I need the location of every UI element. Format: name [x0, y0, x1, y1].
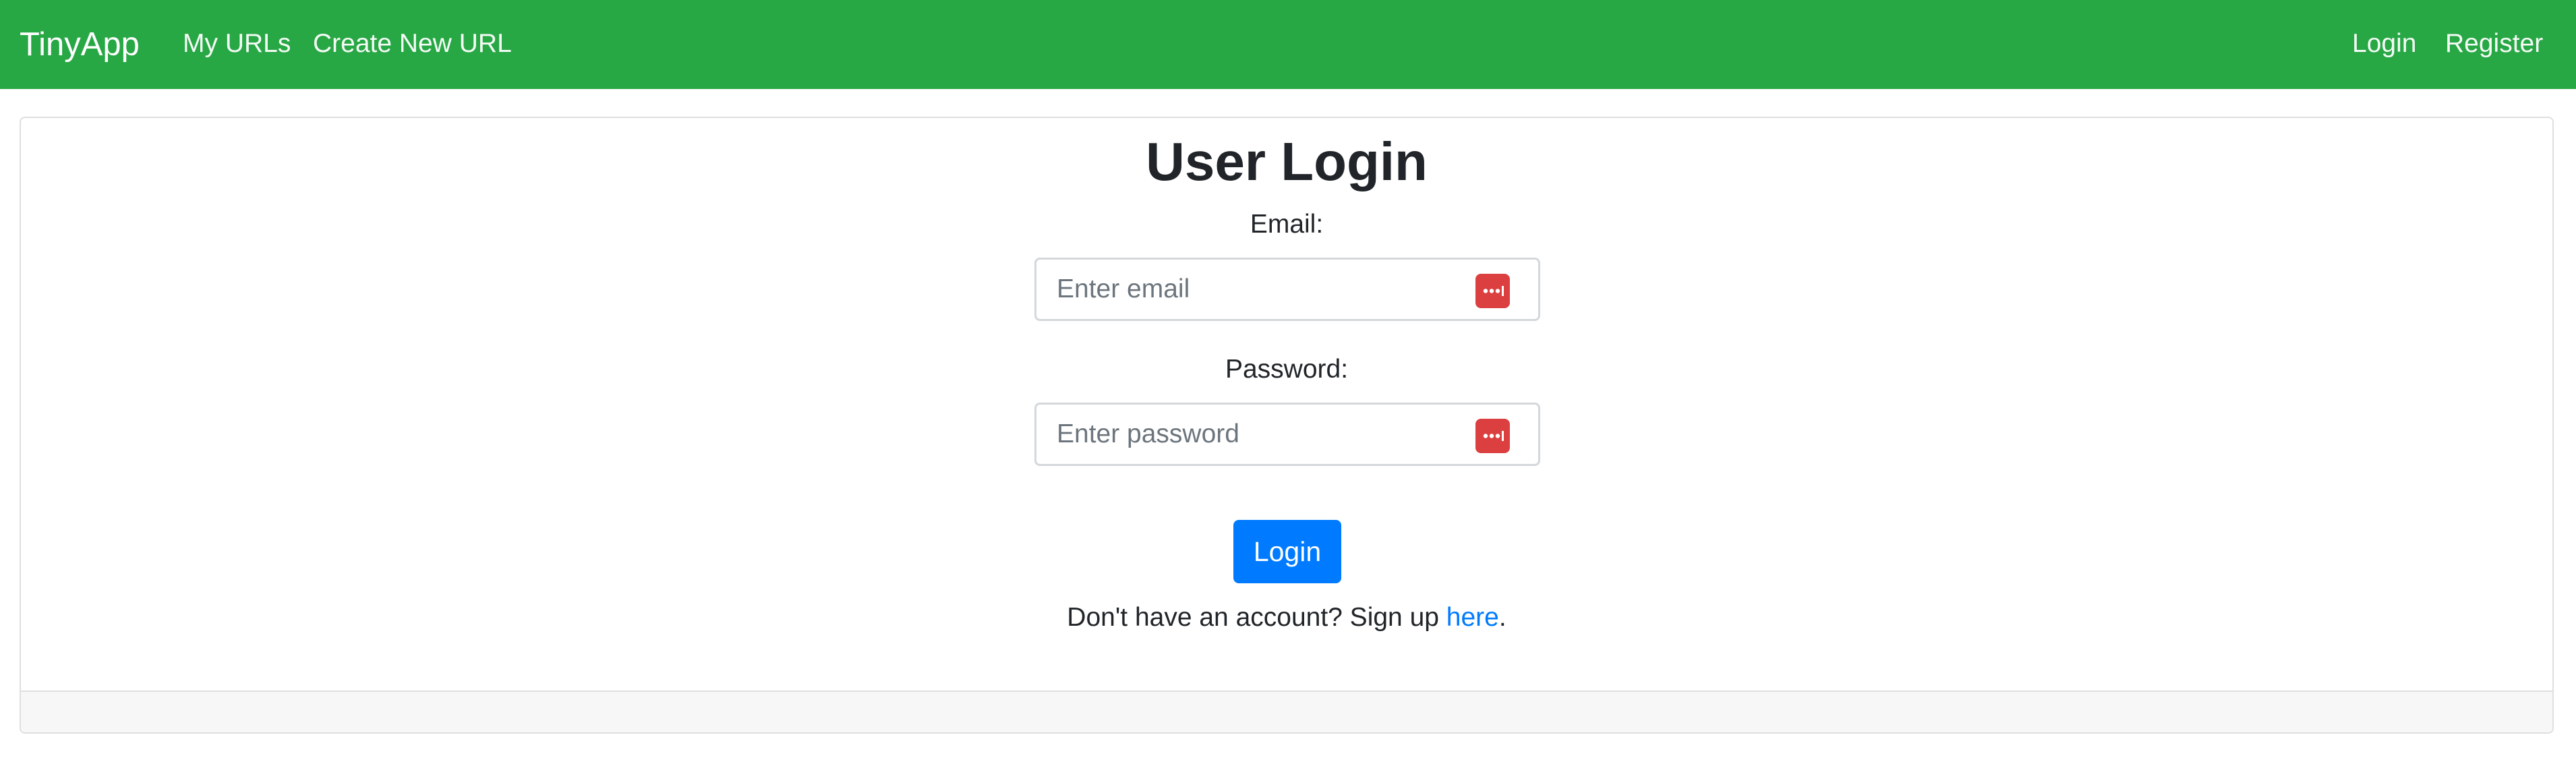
email-field-wrapper: [1034, 258, 1540, 321]
nav-my-urls[interactable]: My URLs: [183, 26, 291, 62]
signup-prompt-text: Don't have an account? Sign up: [1067, 603, 1446, 632]
email-label: Email:: [1250, 210, 1324, 239]
nav-login[interactable]: Login: [2352, 26, 2416, 62]
page-title: User Login: [1146, 131, 1428, 192]
nav-register[interactable]: Register: [2445, 26, 2543, 62]
password-label: Password:: [1225, 355, 1349, 384]
password-manager-icon[interactable]: [1475, 419, 1510, 453]
top-navbar: TinyApp My URLs Create New URL Login Reg…: [0, 0, 2576, 89]
signup-link[interactable]: here: [1446, 603, 1499, 632]
password-input[interactable]: [1036, 405, 1538, 464]
email-input[interactable]: [1036, 260, 1538, 319]
password-field-wrapper: [1034, 403, 1540, 466]
signup-prompt-suffix: .: [1498, 603, 1506, 632]
signup-prompt: Don't have an account? Sign up here.: [21, 601, 2552, 635]
password-manager-icon[interactable]: [1475, 274, 1510, 308]
brand-logo[interactable]: TinyApp: [20, 23, 140, 66]
nav-create-new-url[interactable]: Create New URL: [313, 26, 512, 62]
login-button[interactable]: Login: [1233, 520, 1341, 583]
card-footer: [21, 690, 2552, 732]
login-card: User Login Email: Password: Login Don't …: [20, 117, 2554, 734]
